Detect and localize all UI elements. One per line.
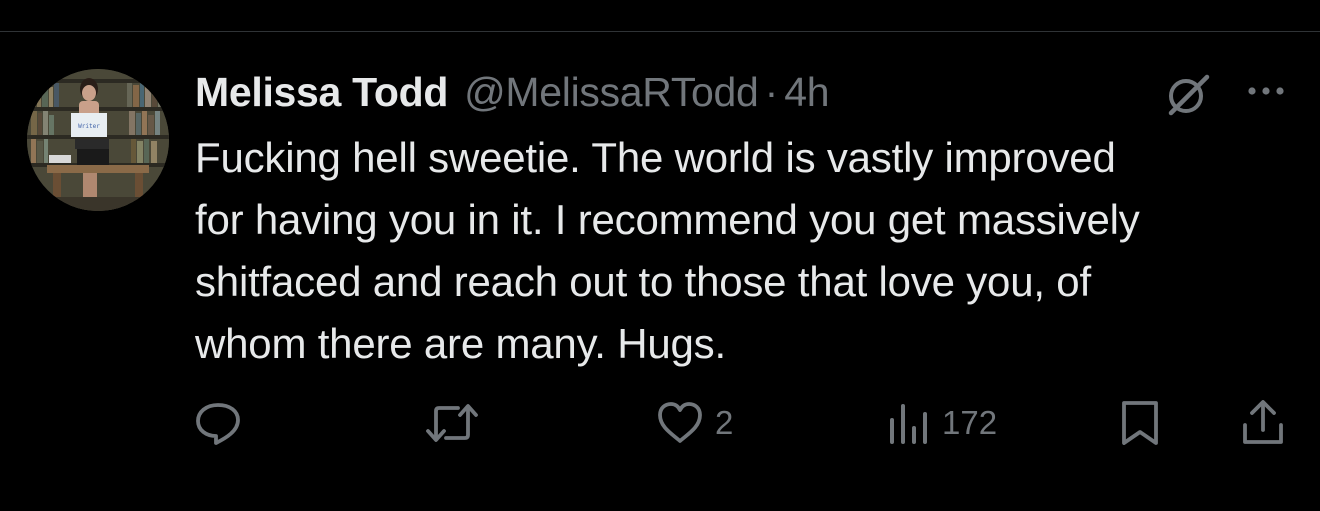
author-display-name[interactable]: Melissa Todd: [195, 69, 448, 116]
bookmark-button[interactable]: [1118, 396, 1162, 450]
tweet-timestamp[interactable]: 4h: [784, 69, 829, 116]
share-button[interactable]: [1238, 396, 1288, 450]
retweet-icon: [426, 404, 478, 442]
like-button[interactable]: 2: [655, 396, 733, 450]
tweet-text-line: shitfaced and reach out to those that lo…: [195, 258, 1091, 305]
heart-icon: [658, 402, 702, 443]
grok-icon[interactable]: [1163, 69, 1213, 119]
author-handle[interactable]: @MelissaRTodd: [464, 69, 759, 116]
tweet-text-line: whom there are many. Hugs.: [195, 320, 726, 367]
tweet-text-line: Fucking hell sweetie. The world is vastl…: [195, 134, 1116, 181]
more-options-icon[interactable]: [1243, 76, 1289, 106]
top-divider: [0, 31, 1320, 32]
header-separator: ·: [764, 68, 779, 115]
views-count: 172: [942, 404, 998, 441]
bookmark-icon: [1122, 401, 1158, 445]
tweet-header: Melissa Todd @MelissaRTodd · 4h: [195, 68, 830, 116]
tweet-body: Fucking hell sweetie. The world is vastl…: [195, 127, 1295, 375]
reply-icon: [196, 403, 240, 445]
retweet-button[interactable]: [424, 396, 490, 450]
reply-button[interactable]: [192, 396, 254, 450]
views-button[interactable]: 172: [886, 396, 997, 450]
like-count: 2: [715, 404, 734, 441]
tweet-action-bar: 2 172: [0, 396, 1320, 450]
share-icon: [1243, 400, 1283, 444]
views-icon: [890, 404, 927, 444]
avatar[interactable]: Writer: [27, 69, 169, 211]
tweet-text-line: for having you in it. I recommend you ge…: [195, 196, 1140, 243]
avatar-sign-text: Writer: [78, 123, 100, 130]
